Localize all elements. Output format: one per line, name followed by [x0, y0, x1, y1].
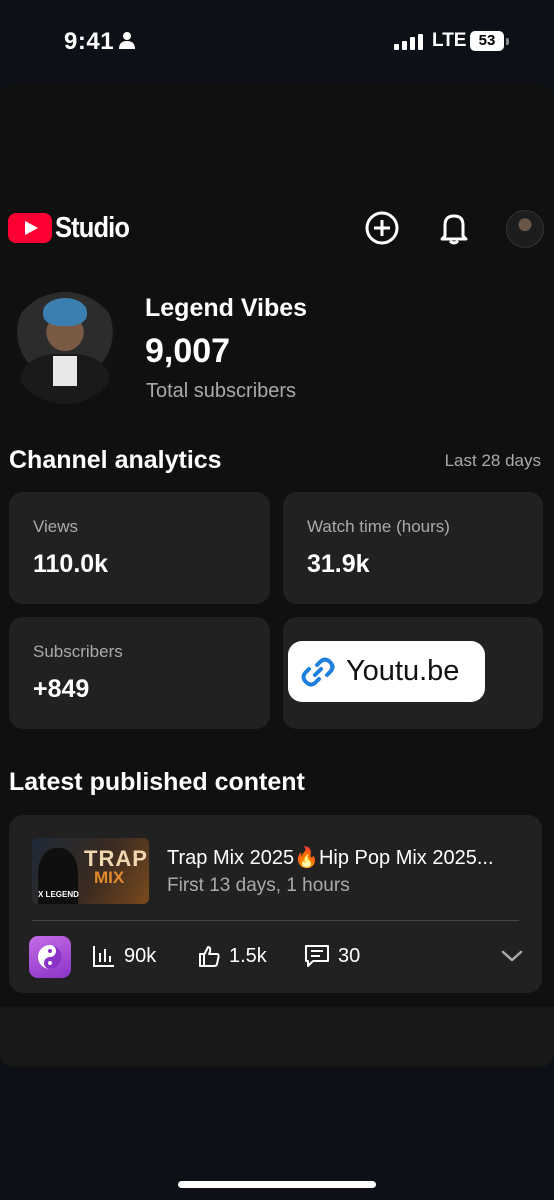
notifications-button[interactable]	[434, 208, 474, 248]
card-value: +849	[33, 675, 90, 703]
link-text: Youtu.be	[346, 655, 460, 687]
subscriber-label: Total subscribers	[146, 380, 297, 402]
expand-button[interactable]	[500, 944, 524, 973]
card-label: Subscribers	[33, 642, 123, 661]
avatar-hair	[43, 298, 87, 326]
comments-value: 30	[338, 944, 361, 967]
comments-stat: 30	[304, 944, 360, 968]
bell-icon	[440, 214, 468, 245]
card-value: 31.9k	[307, 550, 370, 578]
battery-icon: 53	[470, 31, 510, 51]
chevron-down-icon	[501, 950, 523, 962]
bar-chart-icon	[93, 946, 114, 967]
video-meta: First 13 days, 1 hours	[167, 875, 350, 896]
card-label: Views	[33, 517, 79, 536]
thumbnail-text: MIX	[94, 868, 125, 887]
card-label: Watch time (hours)	[307, 517, 450, 536]
yin-yang-button[interactable]	[29, 936, 71, 978]
analytics-title: Channel analytics	[9, 446, 222, 474]
comment-icon	[305, 945, 329, 967]
channel-avatar	[9, 292, 121, 404]
likes-stat: 1.5k	[197, 944, 267, 968]
link-icon	[301, 657, 335, 686]
avatar-shirt	[53, 356, 77, 386]
divider	[32, 920, 519, 921]
analytics-period[interactable]: Last 28 days	[445, 451, 541, 471]
signal-icon	[394, 34, 423, 50]
yin-yang-icon	[38, 945, 62, 969]
video-stats-row: 90k 1.5k 30	[29, 936, 524, 978]
latest-content-title: Latest published content	[9, 768, 305, 796]
network-type: LTE	[432, 30, 467, 51]
channel-name: Legend Vibes	[145, 294, 308, 322]
status-time: 9:41	[64, 28, 115, 55]
latest-video-card[interactable]: TRAP MIX X LEGEND Trap Mix 2025🔥Hip Pop …	[9, 815, 542, 993]
subscriber-count: 9,007	[145, 332, 231, 370]
account-avatar[interactable]	[506, 210, 544, 248]
studio-logo[interactable]: Studio	[8, 211, 139, 245]
youtube-link-chip[interactable]: Youtu.be	[288, 641, 485, 702]
video-title[interactable]: Trap Mix 2025🔥Hip Pop Mix 2025...	[167, 845, 527, 870]
views-card[interactable]: Views 110.0k	[9, 492, 270, 604]
youtube-play-icon	[8, 213, 52, 243]
logo-text: Studio	[55, 211, 130, 244]
add-circle-icon	[365, 211, 399, 245]
subscribers-card[interactable]: Subscribers +849	[9, 617, 270, 729]
battery-tip	[506, 38, 509, 45]
video-thumbnail[interactable]: TRAP MIX X LEGEND	[32, 838, 149, 904]
home-indicator[interactable]	[178, 1181, 376, 1188]
watch-time-card[interactable]: Watch time (hours) 31.9k	[283, 492, 543, 604]
create-button[interactable]	[362, 208, 402, 248]
thumbs-up-icon	[199, 946, 220, 967]
likes-value: 1.5k	[229, 944, 267, 967]
thumbnail-brand: X LEGEND	[38, 890, 79, 899]
card-value: 110.0k	[33, 550, 109, 578]
bottom-panel	[0, 1007, 554, 1067]
status-bar: 9:41 LTE 53	[0, 0, 554, 84]
person-icon	[119, 32, 135, 49]
views-stat: 90k	[92, 944, 156, 968]
views-value: 90k	[124, 944, 157, 967]
battery-level: 53	[470, 31, 504, 51]
